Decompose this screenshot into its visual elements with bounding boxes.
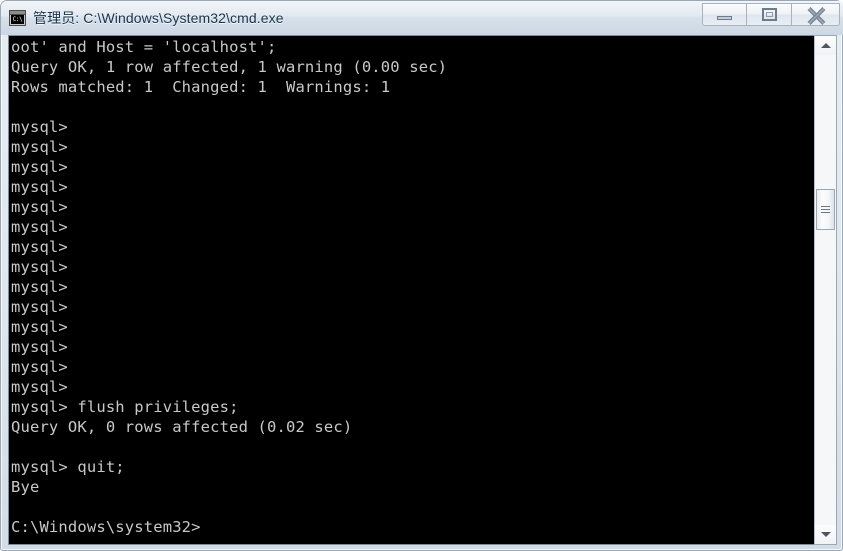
maximize-icon [761,8,777,21]
console-text: oot' and Host = 'localhost'; Query OK, 1… [11,38,448,536]
cmd-window: C:\ 管理员: C:\Windows\System32\cmd.exe oot… [0,0,843,551]
window-bottom-border [1,543,843,550]
vertical-scrollbar[interactable] [814,35,837,545]
window-client-area: oot' and Host = 'localhost'; Query OK, 1… [8,35,837,545]
cmd-console-icon: C:\ [9,10,26,26]
cmd-icon-screen-text: C:\ [11,15,24,24]
window-controls [702,3,840,26]
scrollbar-thumb[interactable] [816,189,835,230]
scroll-down-button[interactable] [815,525,836,544]
maximize-button[interactable] [747,3,792,26]
close-icon [807,6,825,25]
chevron-up-icon [820,43,831,48]
minimize-button[interactable] [702,3,747,26]
minimize-icon [717,16,732,20]
chevron-down-icon [820,532,831,537]
console-output-area[interactable]: oot' and Host = 'localhost'; Query OK, 1… [8,35,814,545]
scrollbar-grip-icon [821,206,830,213]
scroll-up-button[interactable] [815,36,836,55]
window-title: 管理员: C:\Windows\System32\cmd.exe [33,10,284,26]
scrollbar-track[interactable] [815,55,836,525]
close-button[interactable] [792,3,840,26]
title-bar[interactable]: C:\ 管理员: C:\Windows\System32\cmd.exe [1,1,843,35]
